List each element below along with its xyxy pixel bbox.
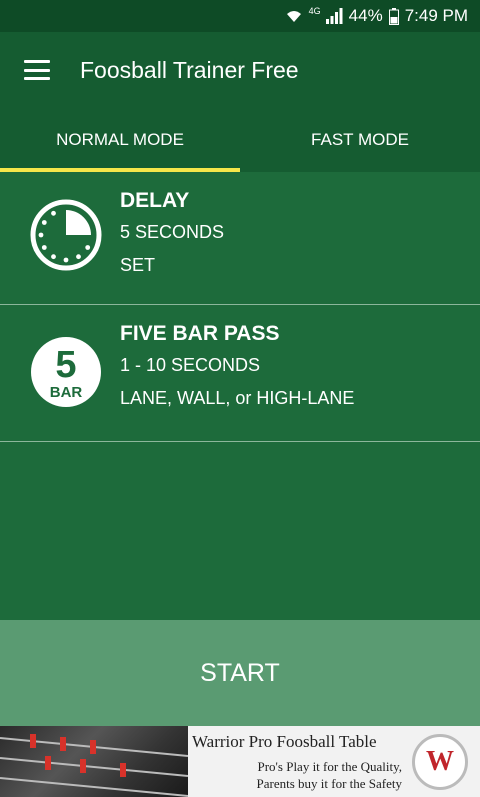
five-bar-time-range: 1 - 10 SECONDS bbox=[120, 355, 261, 375]
five-bar-icon: 5 BAR bbox=[31, 337, 101, 407]
signal-icon bbox=[325, 8, 343, 24]
tab-fast-mode[interactable]: FAST MODE bbox=[240, 108, 480, 172]
app-bar: Foosball Trainer Free bbox=[0, 32, 480, 108]
mode-tabs: NORMAL MODE FAST MODE bbox=[0, 108, 480, 172]
five-bar-title: FIVE BAR PASS bbox=[120, 322, 280, 345]
list-item-delay[interactable]: DELAY 5 SECONDS SET bbox=[0, 172, 480, 305]
ad-banner[interactable]: Warrior Pro Foosball Table Pro's Play it… bbox=[0, 726, 480, 797]
five-bar-icon-number: 5 bbox=[55, 344, 76, 386]
delay-value: 5 SECONDS bbox=[120, 222, 225, 242]
ad-brand-logo: W bbox=[412, 734, 468, 790]
delay-status: SET bbox=[120, 255, 156, 275]
tab-normal-mode[interactable]: NORMAL MODE bbox=[0, 108, 240, 172]
battery-icon bbox=[388, 7, 399, 25]
settings-list: DELAY 5 SECONDS SET 5 BAR FIVE BAR PASS … bbox=[0, 172, 480, 442]
network-type: 4G bbox=[308, 6, 321, 16]
start-button[interactable]: START bbox=[0, 620, 480, 726]
delay-title: DELAY bbox=[120, 189, 190, 212]
hamburger-menu-icon[interactable] bbox=[24, 60, 50, 80]
wifi-icon bbox=[286, 11, 301, 22]
clock-time: 7:49 PM bbox=[404, 6, 468, 25]
five-bar-pass-types: LANE, WALL, or HIGH-LANE bbox=[120, 388, 355, 408]
five-bar-icon-label: BAR bbox=[50, 384, 83, 401]
clock-icon bbox=[30, 199, 102, 271]
battery-percent: 44% bbox=[348, 6, 383, 25]
list-item-five-bar-pass[interactable]: 5 BAR FIVE BAR PASS 1 - 10 SECONDS LANE,… bbox=[0, 305, 480, 442]
status-bar: 4G 44% 7:49 PM bbox=[0, 0, 480, 32]
app-title: Foosball Trainer Free bbox=[80, 56, 299, 83]
ad-foosball-image bbox=[0, 726, 189, 797]
